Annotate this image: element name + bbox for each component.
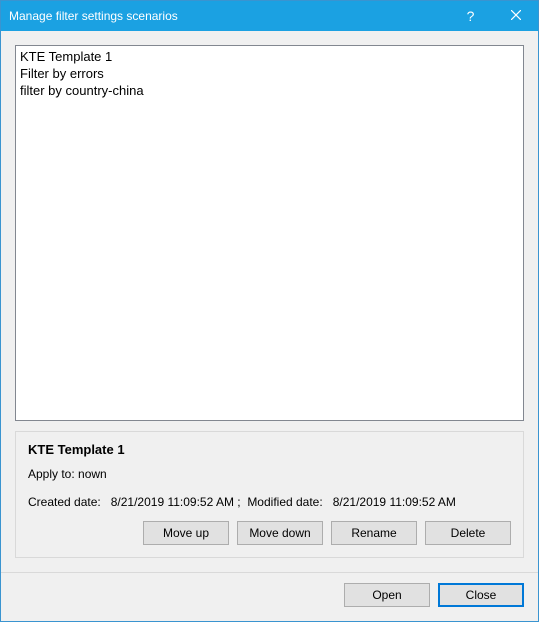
close-window-button[interactable] — [493, 1, 538, 31]
dialog-window: Manage filter settings scenarios ? KTE T… — [0, 0, 539, 622]
details-panel: KTE Template 1 Apply to: nown Created da… — [15, 431, 524, 558]
delete-button[interactable]: Delete — [425, 521, 511, 545]
apply-to-label: Apply to: — [28, 467, 75, 481]
scenarios-listbox[interactable]: KTE Template 1 Filter by errors filter b… — [15, 45, 524, 421]
apply-to-row: Apply to: nown — [28, 467, 511, 481]
open-button[interactable]: Open — [344, 583, 430, 607]
created-date-value: 8/21/2019 11:09:52 AM — [111, 495, 234, 509]
selected-scenario-name: KTE Template 1 — [28, 442, 511, 457]
dialog-bottom-bar: Open Close — [1, 572, 538, 621]
close-button[interactable]: Close — [438, 583, 524, 607]
apply-to-value: nown — [78, 467, 107, 481]
list-item[interactable]: KTE Template 1 — [20, 48, 519, 65]
titlebar: Manage filter settings scenarios ? — [1, 1, 538, 31]
close-icon — [511, 9, 521, 23]
modified-date-label: Modified date: — [247, 495, 322, 509]
modified-date-value: 8/21/2019 11:09:52 AM — [333, 495, 456, 509]
rename-button[interactable]: Rename — [331, 521, 417, 545]
dialog-content: KTE Template 1 Filter by errors filter b… — [1, 31, 538, 572]
move-up-button[interactable]: Move up — [143, 521, 229, 545]
list-item[interactable]: filter by country-china — [20, 82, 519, 99]
move-down-button[interactable]: Move down — [237, 521, 323, 545]
dates-row: Created date: 8/21/2019 11:09:52 AM ; Mo… — [28, 495, 511, 509]
help-icon: ? — [467, 8, 475, 24]
help-button[interactable]: ? — [448, 1, 493, 31]
scenario-action-buttons: Move up Move down Rename Delete — [28, 521, 511, 545]
created-date-label: Created date: — [28, 495, 101, 509]
window-title: Manage filter settings scenarios — [9, 9, 448, 23]
list-item[interactable]: Filter by errors — [20, 65, 519, 82]
